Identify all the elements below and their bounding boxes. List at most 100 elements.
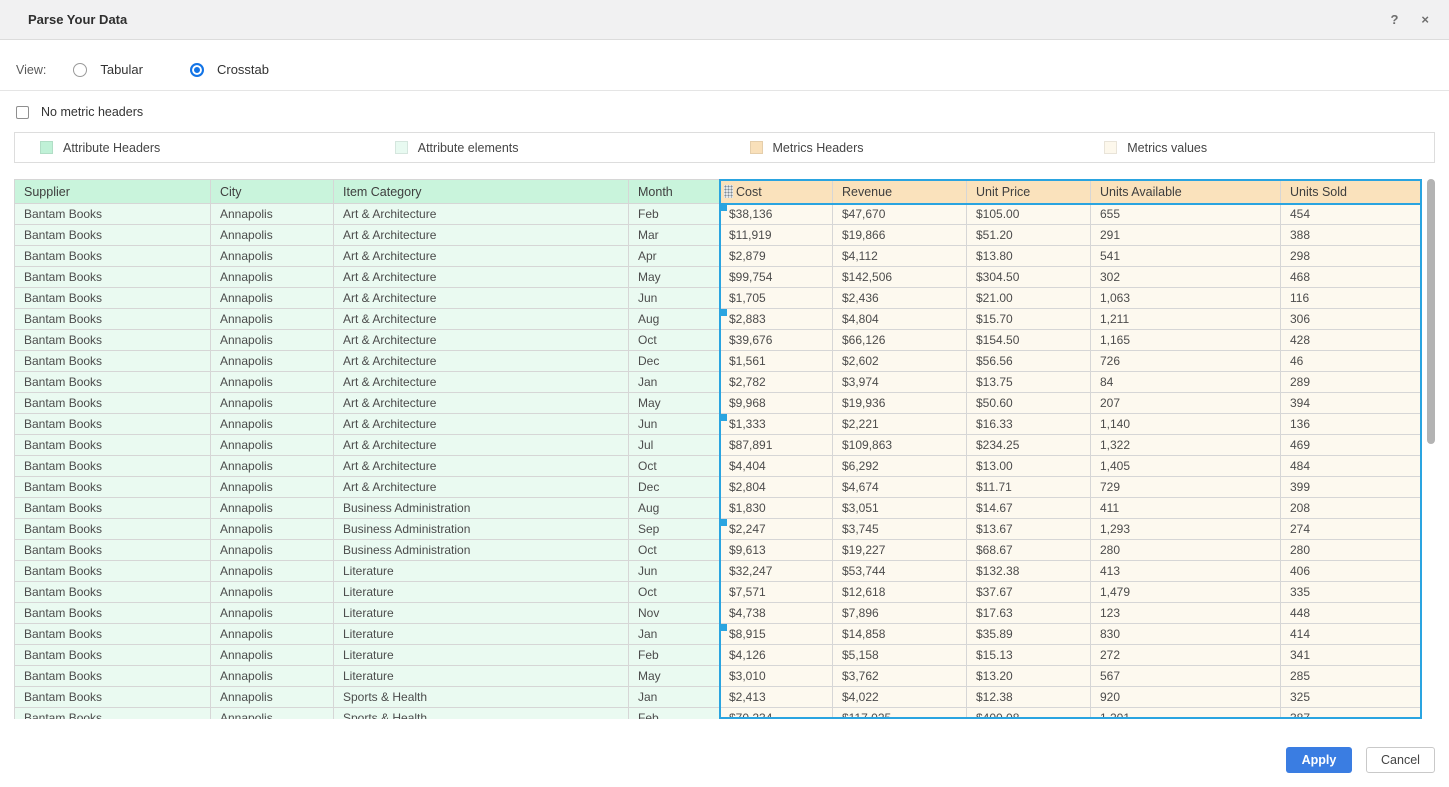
cell[interactable]: 84 xyxy=(1091,372,1281,393)
cell[interactable]: Annapolis xyxy=(211,540,334,561)
cell[interactable]: 1,211 xyxy=(1091,309,1281,330)
cell[interactable]: $13.20 xyxy=(967,666,1091,687)
cell[interactable]: $15.70 xyxy=(967,309,1091,330)
cell[interactable]: $5,158 xyxy=(833,645,967,666)
cell[interactable]: 541 xyxy=(1091,246,1281,267)
cell[interactable]: Bantam Books xyxy=(15,498,211,519)
cell[interactable]: 280 xyxy=(1091,540,1281,561)
cell[interactable]: $1,830 xyxy=(720,498,833,519)
scrollbar-thumb[interactable] xyxy=(1427,179,1435,444)
cell[interactable]: $38,136 xyxy=(720,204,833,225)
cell[interactable]: $4,738 xyxy=(720,603,833,624)
cell[interactable]: Dec xyxy=(629,477,720,498)
cell[interactable]: Bantam Books xyxy=(15,225,211,246)
radio-unselected-icon[interactable] xyxy=(73,63,87,77)
cell[interactable]: 274 xyxy=(1281,519,1423,540)
cell[interactable]: Nov xyxy=(629,603,720,624)
cell[interactable]: Annapolis xyxy=(211,519,334,540)
cell[interactable]: Mar xyxy=(629,225,720,246)
cell[interactable]: $32,247 xyxy=(720,561,833,582)
cell[interactable]: 448 xyxy=(1281,603,1423,624)
cell[interactable]: $11,919 xyxy=(720,225,833,246)
cell[interactable]: Bantam Books xyxy=(15,330,211,351)
cell[interactable]: Art & Architecture xyxy=(334,267,629,288)
cell[interactable]: Annapolis xyxy=(211,246,334,267)
cell[interactable]: Bantam Books xyxy=(15,435,211,456)
cell[interactable]: Art & Architecture xyxy=(334,330,629,351)
cell[interactable]: $3,010 xyxy=(720,666,833,687)
cell[interactable]: Bantam Books xyxy=(15,603,211,624)
column-header-revenue[interactable]: Revenue xyxy=(833,180,967,204)
cell[interactable]: $2,413 xyxy=(720,687,833,708)
cell[interactable]: Art & Architecture xyxy=(334,351,629,372)
cell[interactable]: $109,863 xyxy=(833,435,967,456)
cell[interactable]: Jan xyxy=(629,624,720,645)
column-header-units-sold[interactable]: Units Sold xyxy=(1281,180,1423,204)
cell[interactable]: 387 xyxy=(1281,708,1423,720)
cell[interactable]: Bantam Books xyxy=(15,351,211,372)
cell[interactable]: May xyxy=(629,267,720,288)
cell[interactable]: 726 xyxy=(1091,351,1281,372)
cell[interactable]: $132.38 xyxy=(967,561,1091,582)
cell[interactable]: $50.60 xyxy=(967,393,1091,414)
cell[interactable]: 1,322 xyxy=(1091,435,1281,456)
cell[interactable]: Annapolis xyxy=(211,687,334,708)
cell[interactable]: $4,112 xyxy=(833,246,967,267)
cell[interactable]: 388 xyxy=(1281,225,1423,246)
cell[interactable]: Art & Architecture xyxy=(334,204,629,225)
cell[interactable]: Jun xyxy=(629,288,720,309)
cell[interactable]: 484 xyxy=(1281,456,1423,477)
cell[interactable]: Sports & Health xyxy=(334,708,629,720)
cell[interactable]: $1,561 xyxy=(720,351,833,372)
cell[interactable]: $37.67 xyxy=(967,582,1091,603)
column-header-units-available[interactable]: Units Available xyxy=(1091,180,1281,204)
cell[interactable]: Bantam Books xyxy=(15,645,211,666)
cell[interactable]: $70,234 xyxy=(720,708,833,720)
cell[interactable]: Jan xyxy=(629,372,720,393)
cell[interactable]: Annapolis xyxy=(211,372,334,393)
cell[interactable]: 1,140 xyxy=(1091,414,1281,435)
cell[interactable]: Art & Architecture xyxy=(334,309,629,330)
cell[interactable]: Art & Architecture xyxy=(334,246,629,267)
cell[interactable]: Literature xyxy=(334,603,629,624)
cell[interactable]: Literature xyxy=(334,666,629,687)
cell[interactable]: Art & Architecture xyxy=(334,372,629,393)
cell[interactable]: Annapolis xyxy=(211,477,334,498)
cell[interactable]: Feb xyxy=(629,708,720,720)
cell[interactable]: Bantam Books xyxy=(15,414,211,435)
cell[interactable]: Art & Architecture xyxy=(334,288,629,309)
cell[interactable]: $4,126 xyxy=(720,645,833,666)
no-metric-headers-checkbox[interactable] xyxy=(16,106,29,119)
column-header-item-category[interactable]: Item Category xyxy=(334,180,629,204)
cell[interactable]: $19,866 xyxy=(833,225,967,246)
cell[interactable]: Art & Architecture xyxy=(334,435,629,456)
cell[interactable]: Bantam Books xyxy=(15,204,211,225)
cell[interactable]: $8,915 xyxy=(720,624,833,645)
cell[interactable]: Bantam Books xyxy=(15,666,211,687)
cell[interactable]: 413 xyxy=(1091,561,1281,582)
cell[interactable]: $3,051 xyxy=(833,498,967,519)
cell[interactable]: Bantam Books xyxy=(15,372,211,393)
cell[interactable]: $4,674 xyxy=(833,477,967,498)
no-metric-headers-option[interactable]: No metric headers xyxy=(16,105,1449,119)
cell[interactable]: Business Administration xyxy=(334,498,629,519)
cell[interactable]: $2,879 xyxy=(720,246,833,267)
vertical-scrollbar[interactable] xyxy=(1427,179,1435,719)
cell[interactable]: Annapolis xyxy=(211,204,334,225)
cell[interactable]: $7,896 xyxy=(833,603,967,624)
cell[interactable]: $16.33 xyxy=(967,414,1091,435)
cell[interactable]: 123 xyxy=(1091,603,1281,624)
cell[interactable]: Bantam Books xyxy=(15,582,211,603)
cell[interactable]: May xyxy=(629,666,720,687)
cell[interactable]: Bantam Books xyxy=(15,246,211,267)
cell[interactable]: 341 xyxy=(1281,645,1423,666)
cell[interactable]: 116 xyxy=(1281,288,1423,309)
cell[interactable]: Bantam Books xyxy=(15,267,211,288)
cell[interactable]: Annapolis xyxy=(211,330,334,351)
cell[interactable]: Art & Architecture xyxy=(334,414,629,435)
cell[interactable]: Art & Architecture xyxy=(334,456,629,477)
cell[interactable]: $19,227 xyxy=(833,540,967,561)
cell[interactable]: $13.67 xyxy=(967,519,1091,540)
cell[interactable]: $2,782 xyxy=(720,372,833,393)
cell[interactable]: Annapolis xyxy=(211,582,334,603)
